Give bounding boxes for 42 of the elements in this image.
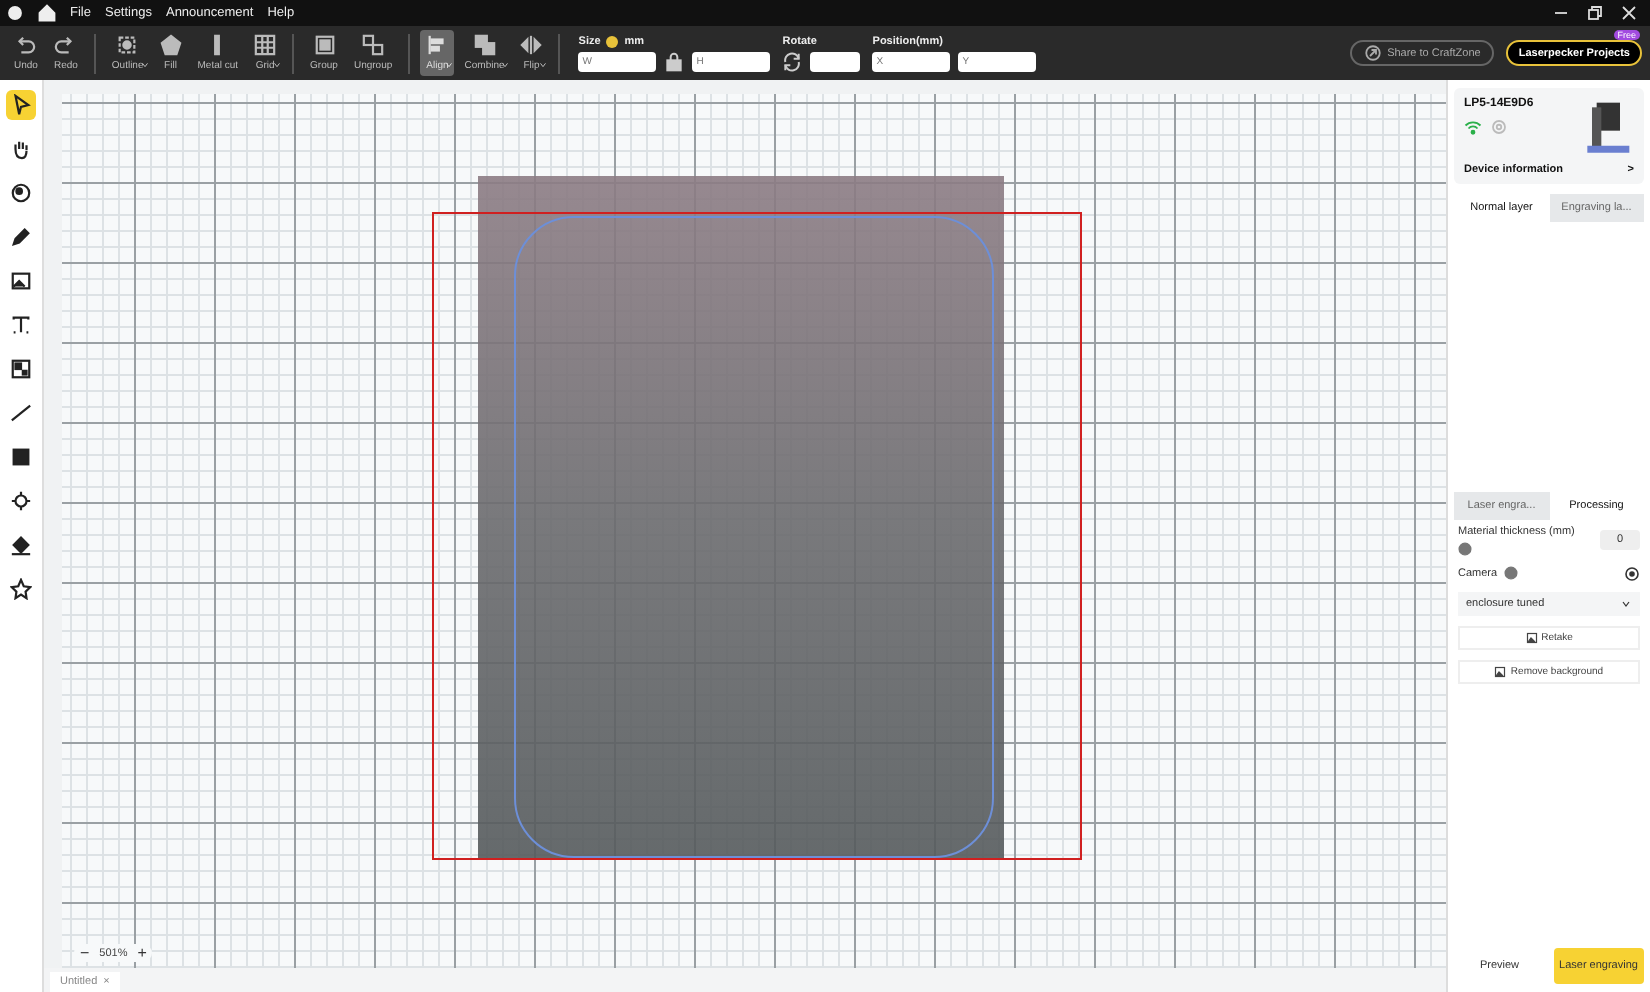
hand-icon: [10, 138, 32, 160]
select-icon: [10, 94, 32, 116]
shape-icon: [10, 446, 32, 468]
line-icon: [10, 402, 32, 424]
zoom-out-button[interactable]: −: [80, 944, 90, 962]
rotate-field[interactable]: [810, 52, 861, 72]
caret-icon: [500, 60, 511, 70]
app-logo-icon: [6, 4, 24, 22]
restore-icon[interactable]: [1586, 4, 1604, 22]
caret-icon: [272, 60, 283, 70]
redo-icon: [54, 34, 77, 56]
home-icon[interactable]: [38, 4, 56, 22]
pen-tool[interactable]: [6, 222, 36, 252]
ungroup-icon: [362, 34, 385, 56]
pen-icon: [10, 226, 32, 248]
select-tool[interactable]: [6, 90, 36, 120]
caret-icon: [538, 60, 549, 70]
text-icon: [10, 314, 32, 336]
align-icon: [426, 34, 449, 56]
lock-icon[interactable]: [664, 52, 685, 72]
unit-toggle[interactable]: [606, 35, 619, 47]
caret-icon: [444, 60, 455, 70]
group-icon: [313, 34, 335, 56]
undo-icon: [14, 34, 37, 56]
caret-icon: [1620, 597, 1632, 609]
share-icon: [1363, 44, 1382, 62]
outline-icon: [116, 34, 139, 56]
flip-icon: [520, 34, 543, 56]
grid-icon: [254, 34, 277, 56]
qr-icon: [10, 358, 32, 380]
caret-icon: [139, 60, 150, 70]
picture-icon: [10, 270, 32, 292]
combine-icon: [473, 34, 496, 56]
star-icon: [10, 578, 32, 600]
bucket-icon: [10, 534, 32, 556]
close-icon[interactable]: [1620, 4, 1638, 22]
zoom-in-button[interactable]: +: [137, 944, 147, 962]
fill-icon: [159, 34, 182, 56]
qr-tool[interactable]: [6, 354, 36, 384]
rotate-icon: [782, 52, 803, 72]
star-tool[interactable]: [6, 574, 36, 604]
settings-icon[interactable]: [1624, 565, 1640, 581]
